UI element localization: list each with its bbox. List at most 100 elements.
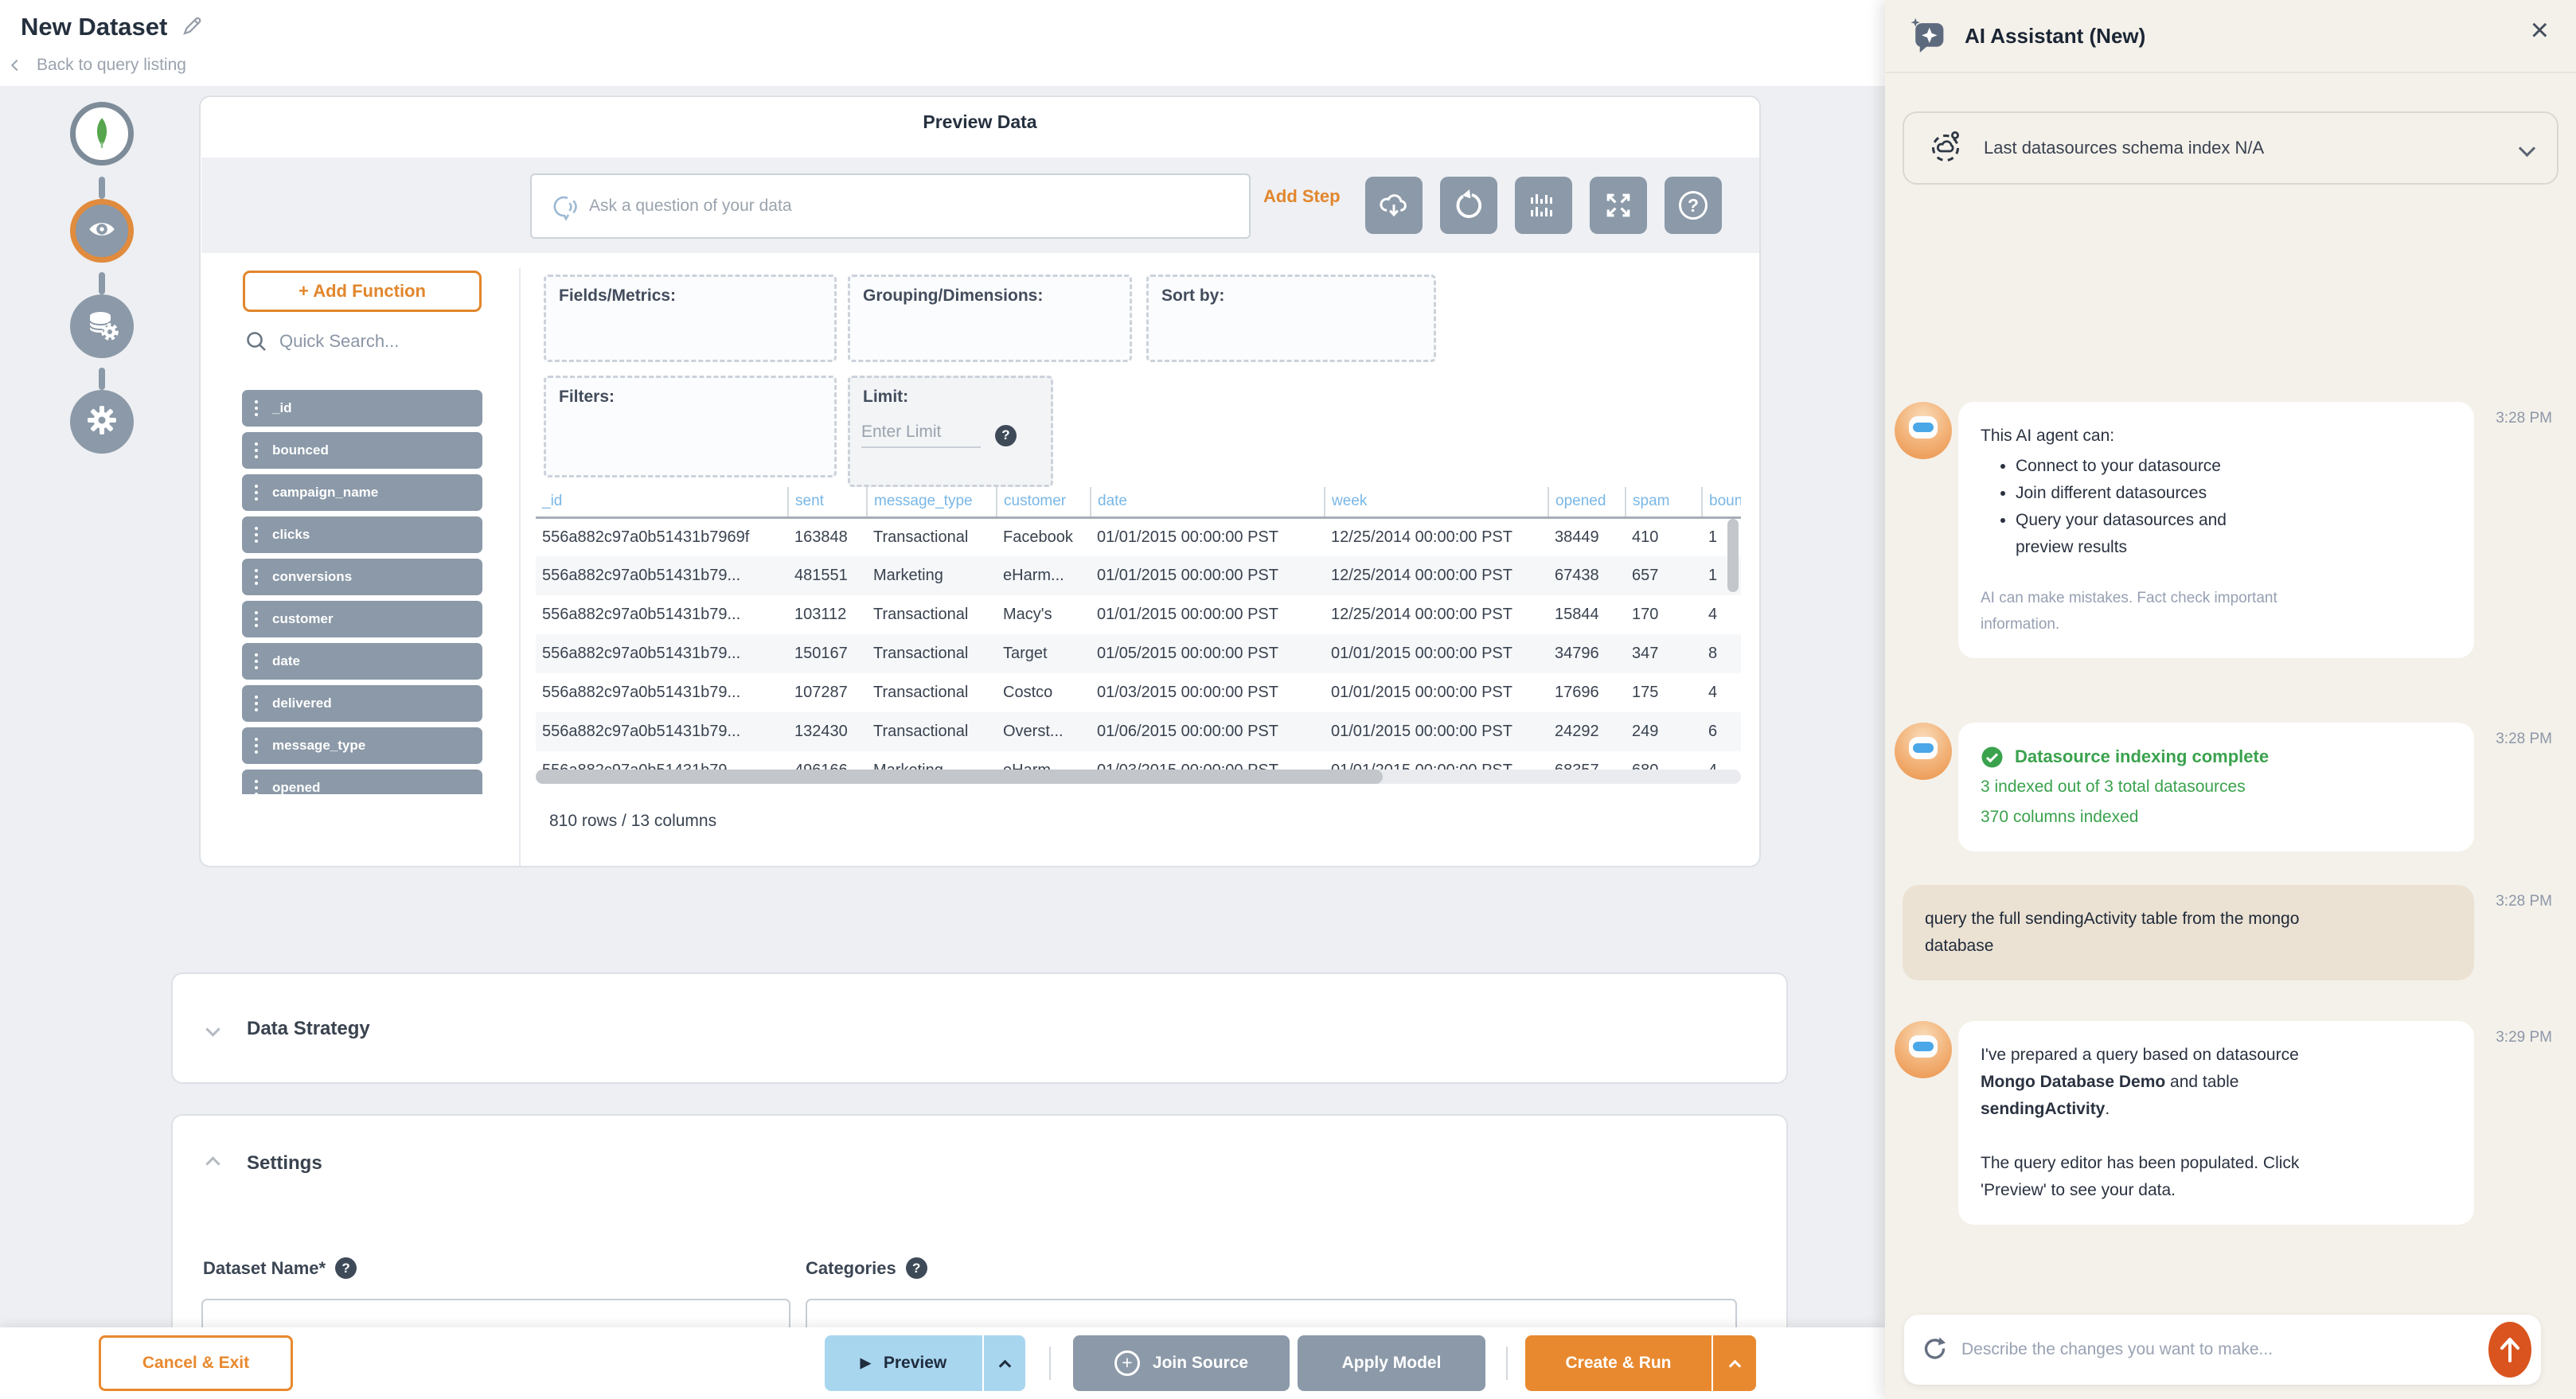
- field-chip-label: opened: [272, 780, 320, 794]
- field-chip-opened[interactable]: opened: [242, 770, 482, 794]
- back-link-label: Back to query listing: [37, 56, 186, 75]
- table-cell: 01/01/2015 00:00:00 PST: [1091, 517, 1325, 556]
- preview-button[interactable]: Preview: [825, 1335, 982, 1391]
- column-header-date[interactable]: date: [1091, 487, 1325, 517]
- table-cell: Marketing: [867, 556, 997, 595]
- create-run-options-button[interactable]: [1713, 1335, 1756, 1391]
- field-chip-_id[interactable]: _id: [242, 390, 482, 427]
- table-cell: 24292: [1548, 712, 1626, 751]
- column-header-spam[interactable]: spam: [1626, 487, 1702, 517]
- quick-search-input[interactable]: [279, 331, 470, 352]
- field-chip-message_type[interactable]: message_type: [242, 727, 482, 764]
- column-header-message_type[interactable]: message_type: [867, 487, 997, 517]
- field-chip-label: message_type: [272, 738, 365, 754]
- horizontal-scrollbar-track: [536, 770, 1741, 784]
- table-cell: 481551: [788, 556, 867, 595]
- chevron-down-icon: [205, 1022, 220, 1036]
- field-chip-customer[interactable]: customer: [242, 601, 482, 637]
- field-chip-delivered[interactable]: delivered: [242, 685, 482, 722]
- column-header-bounced[interactable]: bounced: [1702, 487, 1741, 517]
- query-editor-populated-text: The query editor has been populated. Cli…: [1981, 1150, 2355, 1204]
- cancel-exit-button[interactable]: Cancel & Exit: [99, 1335, 293, 1391]
- limit-dropzone[interactable]: Limit: ?: [848, 376, 1053, 487]
- datasource-name: Mongo Database Demo: [1981, 1073, 2165, 1091]
- chat-input-bar: [1904, 1315, 2541, 1385]
- column-header-week[interactable]: week: [1325, 487, 1548, 517]
- download-button[interactable]: [1365, 177, 1423, 234]
- step-run-settings[interactable]: [70, 390, 134, 454]
- step-datasource-mongodb[interactable]: [70, 102, 134, 166]
- table-cell: Transactional: [867, 634, 997, 673]
- preview-options-button[interactable]: [984, 1335, 1025, 1391]
- step-dataset-settings[interactable]: [70, 294, 134, 358]
- table-cell: 680: [1626, 751, 1702, 770]
- data-strategy-header[interactable]: Data Strategy: [173, 974, 1786, 1084]
- refresh-icon[interactable]: [1922, 1335, 1947, 1365]
- field-chip-bounced[interactable]: bounced: [242, 432, 482, 469]
- table-cell: Macy's: [997, 595, 1091, 634]
- table-cell: 12/25/2014 00:00:00 PST: [1325, 556, 1548, 595]
- limit-input[interactable]: [861, 423, 981, 448]
- table-cell: Transactional: [867, 673, 997, 712]
- table-row: 556a882c97a0b51431b79...496166Marketinge…: [536, 751, 1741, 770]
- schema-index-status: Last datasources schema index N/A: [1984, 138, 2502, 158]
- apply-model-button[interactable]: Apply Model: [1298, 1335, 1485, 1391]
- field-chip-conversions[interactable]: conversions: [242, 559, 482, 595]
- chart-button[interactable]: [1515, 177, 1572, 234]
- step-preview-active[interactable]: [70, 199, 134, 263]
- result-table: _idsentmessage_typecustomerdateweekopene…: [536, 487, 1741, 770]
- sort-by-label: Sort by:: [1161, 286, 1224, 305]
- back-to-query-listing-link[interactable]: Back to query listing: [13, 56, 186, 75]
- settings-header[interactable]: Settings: [173, 1116, 1786, 1211]
- add-function-button[interactable]: + Add Function: [243, 271, 482, 312]
- table-cell: 15844: [1548, 595, 1626, 634]
- histogram-icon: [1528, 189, 1559, 221]
- join-source-button[interactable]: Join Source: [1073, 1335, 1290, 1391]
- field-chip-clicks[interactable]: clicks: [242, 516, 482, 553]
- table-cell: Costco: [997, 673, 1091, 712]
- page-title: New Dataset: [21, 13, 167, 41]
- close-icon[interactable]: [2531, 14, 2549, 46]
- horizontal-scrollbar-thumb[interactable]: [536, 770, 1383, 784]
- data-strategy-title: Data Strategy: [247, 1018, 370, 1040]
- column-header-sent[interactable]: sent: [788, 487, 867, 517]
- categories-help-icon[interactable]: ?: [906, 1257, 927, 1279]
- column-header-_id[interactable]: _id: [536, 487, 788, 517]
- result-table-wrap: _idsentmessage_typecustomerdateweekopene…: [536, 487, 1741, 770]
- table-cell: eHarm...: [997, 751, 1091, 770]
- edit-title-icon[interactable]: [181, 14, 204, 41]
- field-chip-campaign_name[interactable]: campaign_name: [242, 474, 482, 511]
- table-cell: Target: [997, 634, 1091, 673]
- filters-label: Filters:: [559, 388, 615, 406]
- indexing-count-line: 3 indexed out of 3 total datasources: [1981, 774, 2452, 801]
- table-cell: 556a882c97a0b51431b79...: [536, 595, 788, 634]
- fields-metrics-dropzone[interactable]: Fields/Metrics:: [544, 275, 837, 362]
- plus-circle-icon: [1114, 1350, 1140, 1376]
- ai-assistant-panel: AI Assistant (New) Last datasources sche…: [1885, 0, 2576, 1399]
- table-cell: 4: [1702, 673, 1741, 712]
- column-header-opened[interactable]: opened: [1548, 487, 1626, 517]
- sort-by-dropzone[interactable]: Sort by:: [1146, 275, 1436, 362]
- grouping-dimensions-dropzone[interactable]: Grouping/Dimensions:: [848, 275, 1132, 362]
- fullscreen-button[interactable]: [1590, 177, 1647, 234]
- quick-search-field: [244, 329, 470, 353]
- create-run-button[interactable]: Create & Run: [1525, 1335, 1711, 1391]
- reset-button[interactable]: [1440, 177, 1497, 234]
- column-header-customer[interactable]: customer: [997, 487, 1091, 517]
- help-button[interactable]: ?: [1665, 177, 1722, 234]
- filters-dropzone[interactable]: Filters:: [544, 376, 837, 477]
- table-row: 556a882c97a0b51431b79...150167Transactio…: [536, 634, 1741, 673]
- dataset-name-help-icon[interactable]: ?: [335, 1257, 357, 1279]
- vertical-scrollbar[interactable]: [1727, 519, 1739, 592]
- add-step-button[interactable]: Add Step: [1263, 186, 1341, 207]
- table-cell: 01/03/2015 00:00:00 PST: [1091, 673, 1325, 712]
- field-chip-date[interactable]: date: [242, 643, 482, 680]
- ask-question-input[interactable]: [589, 175, 1242, 237]
- chevron-up-icon: [998, 1359, 1011, 1372]
- chat-input[interactable]: [1961, 1340, 2474, 1359]
- table-cell: Facebook: [997, 517, 1091, 556]
- query-toolbar: Add Step ?: [201, 158, 1760, 253]
- limit-help-icon[interactable]: ?: [995, 425, 1017, 446]
- send-button[interactable]: [2488, 1322, 2531, 1378]
- schema-index-dropdown[interactable]: Last datasources schema index N/A: [1903, 111, 2558, 185]
